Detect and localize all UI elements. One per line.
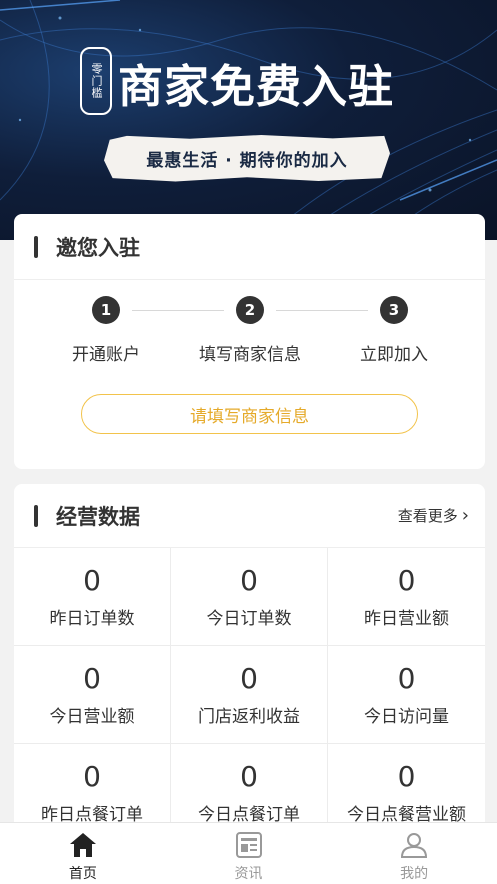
stat-value: 0 (397, 760, 416, 793)
step-number: 2 (236, 296, 264, 324)
wave-decoration (0, 0, 497, 240)
stat-label: 今日点餐营业额 (347, 805, 466, 824)
invite-card: 邀您入驻 1 开通账户 2 填写商家信息 3 立即加入 请填写商家信息 (14, 214, 485, 469)
hero-banner: 零门槛 商家免费入驻 最惠生活 · 期待你的加入 (0, 0, 497, 240)
view-more-label: 查看更多 (397, 507, 458, 525)
step-2: 2 填写商家信息 (180, 296, 320, 365)
tab-label: 首页 (68, 866, 97, 882)
stat-cell[interactable]: 0 昨日营业额 (328, 548, 485, 646)
invite-card-header: 邀您入驻 (14, 214, 485, 280)
step-label: 开通账户 (72, 345, 140, 365)
business-data-card: 经营数据 查看更多 › 0 昨日订单数 0 今日订单数 0 昨日营业额 0 今日营业额 … (14, 484, 485, 824)
step-label: 立即加入 (360, 345, 428, 365)
stat-cell[interactable]: 0 今日订单数 (171, 548, 328, 646)
title-accent-bar (34, 504, 38, 527)
stats-grid: 0 昨日订单数 0 今日订单数 0 昨日营业额 0 今日营业额 0 门店返利收益 0 今日访… (14, 548, 485, 824)
step-1: 1 开通账户 (36, 296, 176, 365)
stat-value: 0 (240, 662, 258, 695)
stat-label: 今日营业额 (49, 707, 135, 727)
stat-label: 昨日点餐订单 (41, 805, 143, 824)
chevron-right-icon: › (461, 505, 469, 526)
news-icon (235, 832, 262, 858)
view-more-link[interactable]: 查看更多 › (398, 505, 469, 526)
home-icon (69, 833, 96, 857)
stat-value: 0 (397, 564, 416, 597)
stat-cell[interactable]: 0 今日营业额 (14, 646, 171, 744)
title-accent-bar (34, 235, 38, 258)
step-3: 3 立即加入 (324, 296, 464, 365)
stat-cell[interactable]: 0 今日访问量 (328, 646, 485, 744)
bottom-tab-bar: 首页 资讯 我的 (0, 822, 497, 884)
stat-label: 昨日营业额 (364, 609, 449, 629)
stat-cell[interactable]: 0 今日点餐营业额 (328, 744, 485, 824)
stat-value: 0 (240, 564, 258, 597)
stat-cell[interactable]: 0 今日点餐订单 (171, 744, 328, 824)
tab-home[interactable]: 首页 (0, 823, 166, 884)
stat-value: 0 (83, 564, 101, 597)
tab-news[interactable]: 资讯 (166, 823, 332, 884)
stat-label: 门店返利收益 (198, 707, 300, 727)
banner-title: 商家免费入驻 (118, 60, 395, 113)
banner-slogan: 最惠生活 · 期待你的加入 (104, 134, 390, 182)
onboarding-steps: 1 开通账户 2 填写商家信息 3 立即加入 (14, 280, 485, 374)
stat-value: 0 (240, 760, 258, 793)
step-label: 填写商家信息 (199, 345, 301, 365)
stat-cell[interactable]: 0 昨日订单数 (14, 548, 171, 646)
tab-me[interactable]: 我的 (331, 823, 497, 884)
stat-label: 今日访问量 (364, 707, 449, 727)
stat-label: 昨日订单数 (49, 609, 135, 629)
stat-value: 0 (83, 760, 101, 793)
business-data-title: 经营数据 (56, 504, 140, 529)
fill-merchant-info-button[interactable]: 请填写商家信息 (81, 394, 418, 434)
business-data-header: 经营数据 查看更多 › (14, 484, 485, 548)
stat-label: 今日点餐订单 (198, 805, 300, 824)
step-number: 3 (380, 296, 408, 324)
zero-threshold-badge: 零门槛 (80, 47, 112, 115)
tab-label: 资讯 (234, 866, 263, 882)
stat-cell[interactable]: 0 昨日点餐订单 (14, 744, 171, 824)
tab-label: 我的 (400, 866, 429, 882)
stat-cell[interactable]: 0 门店返利收益 (171, 646, 328, 744)
step-number: 1 (92, 296, 120, 324)
invite-title: 邀您入驻 (56, 235, 140, 260)
user-icon (401, 833, 428, 858)
stat-value: 0 (397, 662, 416, 695)
stat-value: 0 (83, 662, 101, 695)
stat-label: 今日订单数 (206, 609, 292, 629)
